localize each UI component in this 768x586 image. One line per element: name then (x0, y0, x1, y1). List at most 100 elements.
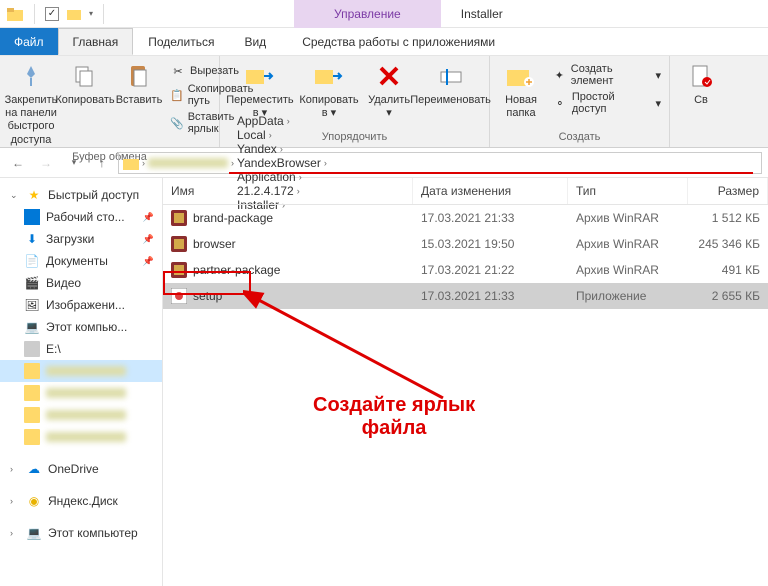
column-size[interactable]: Размер (688, 178, 768, 204)
new-item-button[interactable]: ✦Создать элемент ▾ (550, 62, 663, 88)
back-button[interactable]: ← (6, 151, 30, 175)
path-icon: 📋 (170, 87, 184, 103)
sidebar-onedrive[interactable]: ›☁OneDrive (0, 458, 162, 480)
cloud-icon: ☁ (26, 461, 42, 477)
context-tab[interactable]: Управление (294, 0, 441, 28)
breadcrumb-segment[interactable]: Local› (237, 128, 330, 142)
file-date: 15.03.2021 19:50 (413, 234, 568, 254)
file-name: setup (193, 289, 222, 303)
file-name: brand-package (193, 211, 273, 225)
delete-icon (373, 60, 405, 92)
sidebar-documents[interactable]: 📄Документы📌 (0, 250, 162, 272)
new-folder-button[interactable]: Новая папка (496, 58, 546, 122)
share-tab[interactable]: Поделиться (133, 28, 229, 55)
divider (34, 4, 35, 24)
easy-access-button[interactable]: ⚬Простой доступ ▾ (550, 90, 663, 116)
sidebar-folder-1[interactable] (0, 360, 162, 382)
view-tab[interactable]: Вид (229, 28, 281, 55)
videos-icon: 🎬 (24, 275, 40, 291)
pin-icon (15, 60, 47, 92)
file-name: browser (193, 237, 236, 251)
annotation-underline (229, 172, 753, 174)
downloads-icon: ⬇ (24, 231, 40, 247)
documents-icon: 📄 (24, 253, 40, 269)
new-item-icon: ✦ (552, 67, 567, 83)
file-list[interactable]: Имя Дата изменения Тип Размер brand-pack… (163, 178, 768, 586)
folder-icon (24, 429, 40, 445)
desktop-icon (24, 209, 40, 225)
file-type: Архив WinRAR (568, 208, 688, 228)
file-type: Архив WinRAR (568, 234, 688, 254)
sidebar-videos[interactable]: 🎬Видео (0, 272, 162, 294)
sidebar-drive-e[interactable]: E:\ (0, 338, 162, 360)
app-tools-tab[interactable]: Средства работы с приложениями (281, 28, 516, 55)
rename-icon (435, 60, 467, 92)
rename-button[interactable]: Переименовать (418, 58, 483, 109)
up-button[interactable]: ↑ (90, 151, 114, 175)
forward-button[interactable]: → (34, 151, 58, 175)
breadcrumb-segment[interactable]: YandexBrowser› (237, 156, 330, 170)
pin-icon: 📌 (143, 212, 154, 223)
new-folder-icon (505, 60, 537, 92)
shortcut-icon: 📎 (170, 115, 184, 131)
folder-icon (24, 385, 40, 401)
sidebar-folder-4[interactable] (0, 426, 162, 448)
pin-icon: 📌 (143, 234, 154, 245)
breadcrumb-segment[interactable]: Yandex› (237, 142, 330, 156)
address-bar[interactable]: › › AppData›Local›Yandex›YandexBrowser›A… (118, 152, 762, 174)
drive-icon (24, 341, 40, 357)
copy-button[interactable]: Копировать (60, 58, 110, 109)
file-row[interactable]: browser 15.03.2021 19:50Архив WinRAR245 3… (163, 231, 768, 257)
file-row[interactable]: partner-package17.03.2021 21:22Архив Win… (163, 257, 768, 283)
annotation-text: Создайте ярлык файла (313, 394, 475, 440)
pc-icon: 💻 (26, 525, 42, 541)
file-row[interactable]: setup17.03.2021 21:33Приложение2 655 КБ (163, 283, 768, 309)
history-dropdown[interactable]: ▾ (62, 151, 86, 175)
file-size: 2 655 КБ (688, 286, 768, 306)
crumb-blur[interactable]: › (148, 158, 237, 168)
column-name[interactable]: Имя (163, 178, 413, 204)
file-type: Архив WinRAR (568, 260, 688, 280)
folder-small-icon[interactable] (65, 5, 83, 23)
copy-icon (69, 60, 101, 92)
file-type: Приложение (568, 286, 688, 306)
sidebar-downloads[interactable]: ⬇Загрузки📌 (0, 228, 162, 250)
file-tab[interactable]: Файл (0, 28, 58, 55)
file-date: 17.03.2021 21:33 (413, 208, 568, 228)
sidebar-thispc-item[interactable]: 💻Этот компью... (0, 316, 162, 338)
properties-icon (685, 60, 717, 92)
pin-button[interactable]: Закрепить на панели быстрого доступа (6, 58, 56, 149)
scissors-icon: ✂ (170, 63, 186, 79)
file-icon (171, 262, 187, 278)
sidebar-desktop[interactable]: Рабочий сто...📌 (0, 206, 162, 228)
sidebar-quick-access[interactable]: ⌄★Быстрый доступ (0, 184, 162, 206)
navigation-pane[interactable]: ⌄★Быстрый доступ Рабочий сто...📌 ⬇Загруз… (0, 178, 163, 586)
qat-dropdown-icon[interactable]: ▾ (89, 9, 93, 18)
paste-icon (123, 60, 155, 92)
easy-access-icon: ⚬ (552, 95, 568, 111)
file-size: 245 346 КБ (688, 234, 768, 254)
sidebar-pictures[interactable]: 🖼Изображени... (0, 294, 162, 316)
delete-button[interactable]: Удалить ▾ (364, 58, 414, 122)
sidebar-yandex-disk[interactable]: ›◉Яндекс.Диск (0, 490, 162, 512)
column-date[interactable]: Дата изменения (413, 178, 568, 204)
paste-button[interactable]: Вставить (114, 58, 164, 109)
home-tab[interactable]: Главная (58, 28, 134, 55)
sidebar-folder-3[interactable] (0, 404, 162, 426)
copy-to-icon (313, 60, 345, 92)
breadcrumb-segment[interactable]: AppData› (237, 114, 330, 128)
folder-icon (24, 407, 40, 423)
column-type[interactable]: Тип (568, 178, 688, 204)
move-icon (244, 60, 276, 92)
sidebar-this-pc[interactable]: ›💻Этот компьютер (0, 522, 162, 544)
crumb-root[interactable]: › (123, 156, 148, 170)
sidebar-folder-2[interactable] (0, 382, 162, 404)
yandex-icon: ◉ (26, 493, 42, 509)
pc-icon: 💻 (24, 319, 40, 335)
file-size: 491 КБ (688, 260, 768, 280)
qat-checkbox-1[interactable]: ✓ (45, 7, 59, 21)
file-date: 17.03.2021 21:22 (413, 260, 568, 280)
properties-button[interactable]: Св (676, 58, 726, 109)
file-row[interactable]: brand-package 17.03.2021 21:33Архив WinRA… (163, 205, 768, 231)
file-icon (171, 210, 187, 226)
